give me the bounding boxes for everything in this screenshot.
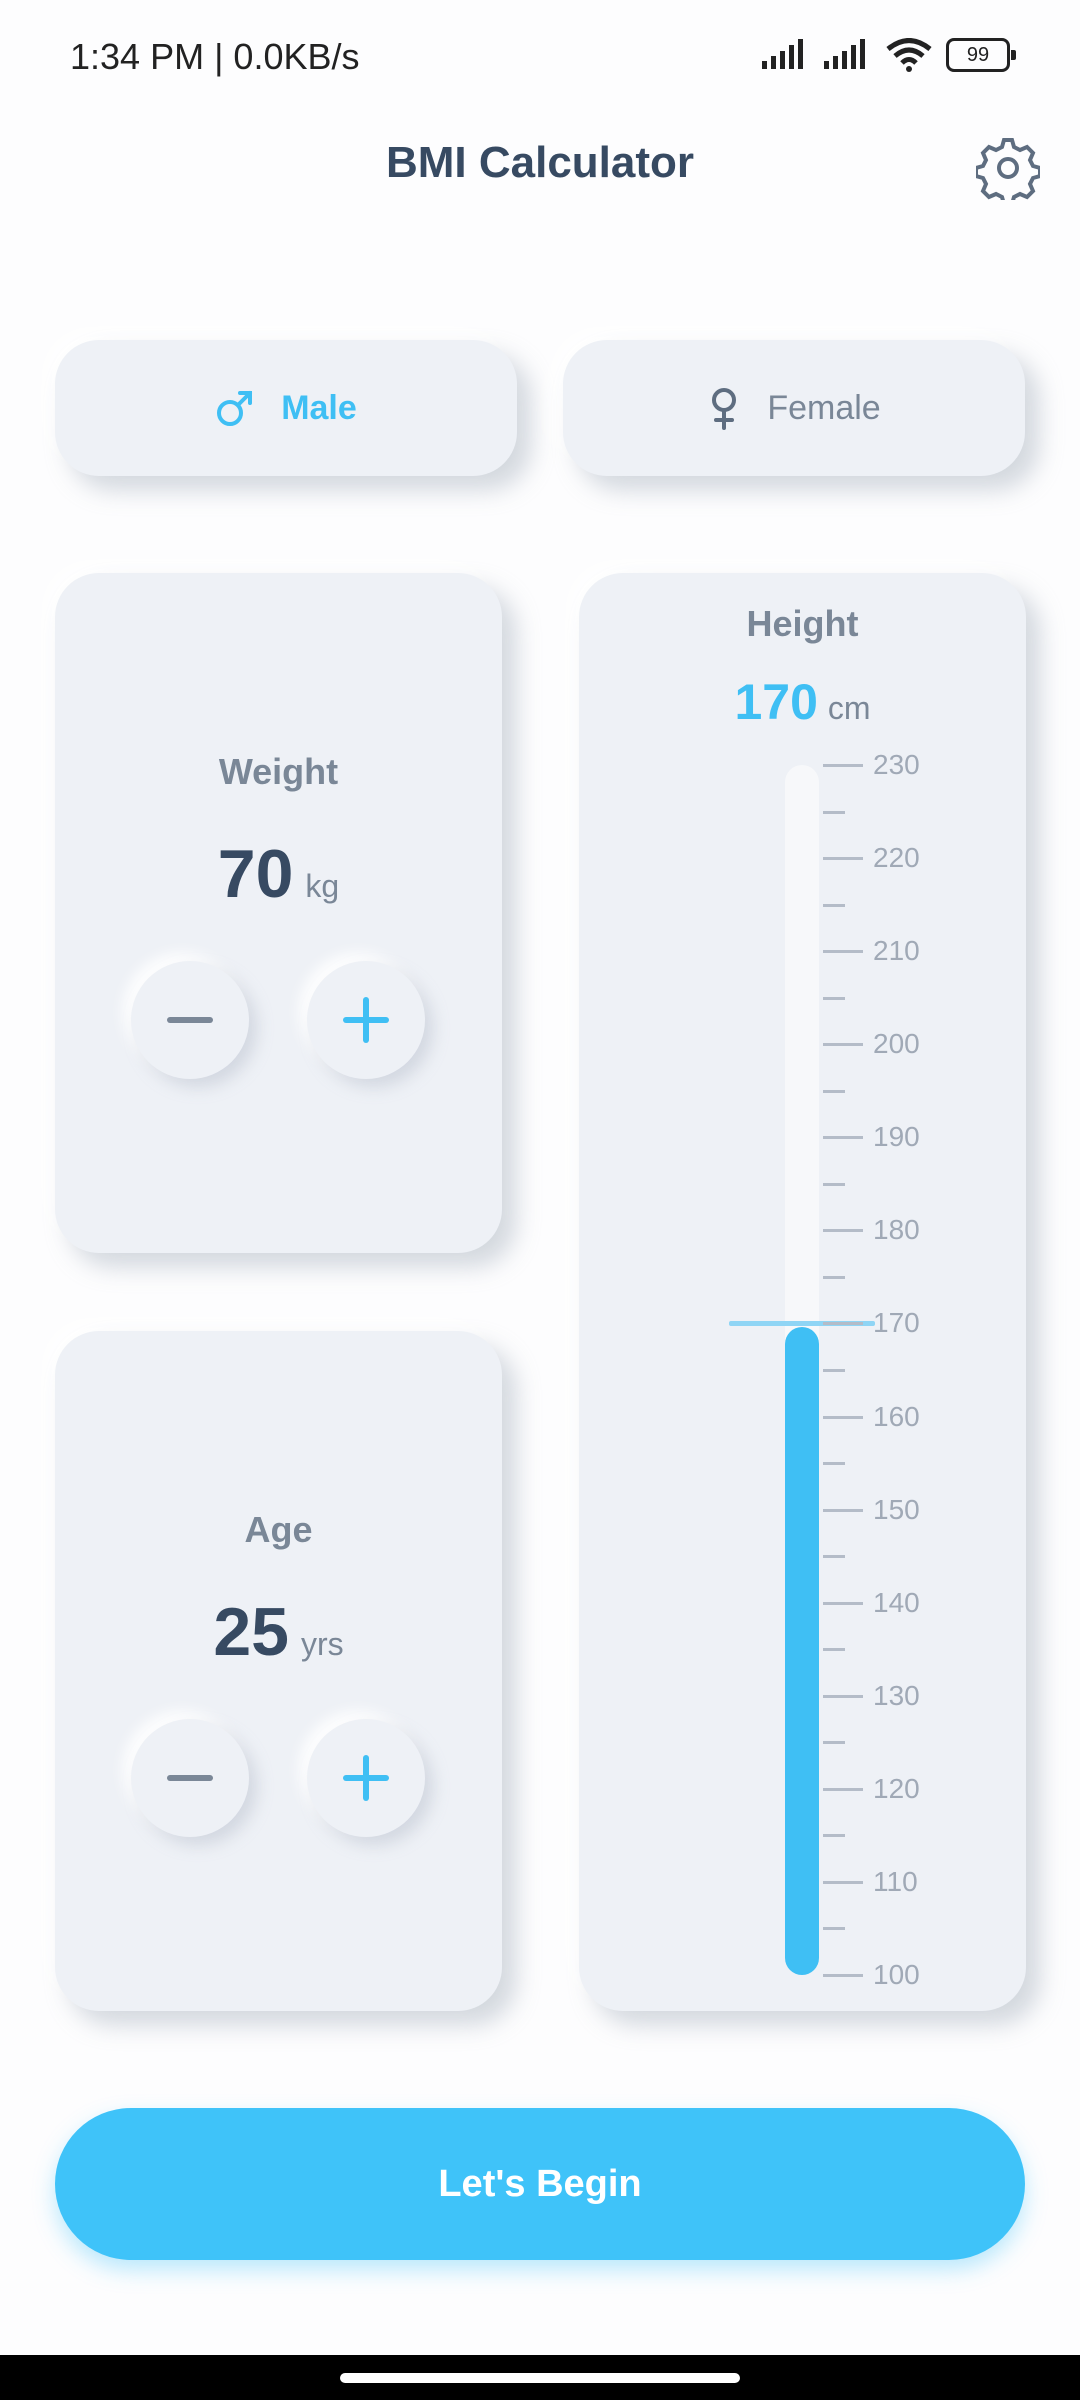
gender-female-label: Female [767, 388, 881, 427]
age-increment-button[interactable] [307, 1719, 425, 1837]
major-tick [823, 1415, 863, 1419]
weight-card: Weight 70 kg [55, 573, 502, 1253]
wifi-icon [886, 38, 932, 72]
height-value-group: 170 cm [579, 673, 1026, 731]
minor-tick [823, 1182, 845, 1186]
height-scale-label: 120 [873, 1772, 920, 1804]
weight-decrement-button[interactable] [131, 961, 249, 1079]
male-symbol-icon [217, 391, 253, 426]
age-card: Age 25 yrs [55, 1331, 502, 2011]
height-scale-label: 190 [873, 1121, 920, 1153]
age-label: Age [244, 1509, 313, 1550]
minor-tick [823, 1927, 845, 1931]
female-symbol-icon [712, 388, 737, 430]
minor-tick [823, 1275, 845, 1279]
status-icons: 99 [762, 38, 1016, 72]
lets-begin-button[interactable]: Let's Begin [55, 2108, 1025, 2260]
minor-tick [823, 1741, 845, 1745]
signal-icon-2 [824, 39, 865, 69]
minor-tick [823, 1462, 845, 1466]
major-tick [823, 1787, 863, 1791]
home-indicator[interactable] [340, 2373, 740, 2383]
age-value: 25 [213, 1594, 289, 1670]
major-tick [823, 764, 863, 767]
minus-icon [167, 1017, 213, 1023]
signal-icon [762, 39, 803, 69]
height-scale-label: 160 [873, 1400, 920, 1432]
gear-icon[interactable] [976, 136, 1040, 200]
height-scale-label: 140 [873, 1586, 920, 1618]
height-card: Height 170 cm 230 220 210 200 190 180 170 160 150… [579, 573, 1026, 2011]
major-tick [823, 1043, 863, 1047]
height-value: 170 [734, 674, 818, 730]
minor-tick [823, 1089, 845, 1093]
height-scale-label: 130 [873, 1679, 920, 1711]
plus-icon-vertical [363, 997, 369, 1043]
weight-value-group: 70 kg [55, 835, 502, 913]
height-scale-label: 200 [873, 1028, 920, 1060]
minor-tick [823, 1369, 845, 1372]
major-tick [823, 1601, 863, 1605]
height-scale-label: 180 [873, 1214, 920, 1246]
height-label: Height [746, 603, 859, 644]
height-scale-label: 220 [873, 842, 920, 874]
age-value-group: 25 yrs [55, 1593, 502, 1671]
major-tick [823, 1694, 863, 1698]
minus-icon [167, 1775, 213, 1781]
minor-tick [823, 1648, 845, 1652]
height-scale-label: 150 [873, 1493, 920, 1525]
height-scale-label: 100 [873, 1959, 920, 1990]
minor-tick [823, 996, 845, 1000]
minor-tick [823, 1834, 845, 1838]
height-scale-label: 170 [873, 1307, 920, 1339]
major-tick [823, 1322, 863, 1326]
height-scale-label: 230 [873, 749, 920, 780]
battery-icon: 99 [946, 38, 1016, 72]
age-unit: yrs [300, 1626, 344, 1662]
minor-tick [823, 903, 845, 907]
status-bar: 1:34 PM | 0.0KB/s 99 [0, 0, 1080, 120]
weight-increment-button[interactable] [307, 961, 425, 1079]
page-title: BMI Calculator [385, 138, 695, 187]
height-scale-label: 210 [873, 935, 920, 967]
height-unit: cm [827, 690, 871, 726]
gender-female-button[interactable]: Female [563, 340, 1025, 476]
status-time: 1:34 PM | 0.0KB/s [70, 36, 360, 77]
age-decrement-button[interactable] [131, 1719, 249, 1837]
gender-male-label: Male [281, 388, 357, 427]
major-tick [823, 1880, 863, 1884]
gender-male-button[interactable]: Male [55, 340, 517, 476]
major-tick [823, 1508, 863, 1512]
major-tick [823, 1974, 863, 1977]
major-tick [823, 950, 863, 954]
major-tick [823, 1136, 863, 1140]
minor-tick [823, 810, 845, 814]
height-slider-fill [785, 1327, 819, 1975]
major-tick [823, 857, 863, 861]
weight-label: Weight [218, 751, 339, 792]
weight-value: 70 [217, 836, 294, 912]
minor-tick [823, 1555, 845, 1559]
height-scale-label: 110 [873, 1865, 918, 1897]
major-tick [823, 1229, 863, 1233]
plus-icon-vertical [363, 1755, 369, 1801]
weight-unit: kg [305, 868, 340, 904]
